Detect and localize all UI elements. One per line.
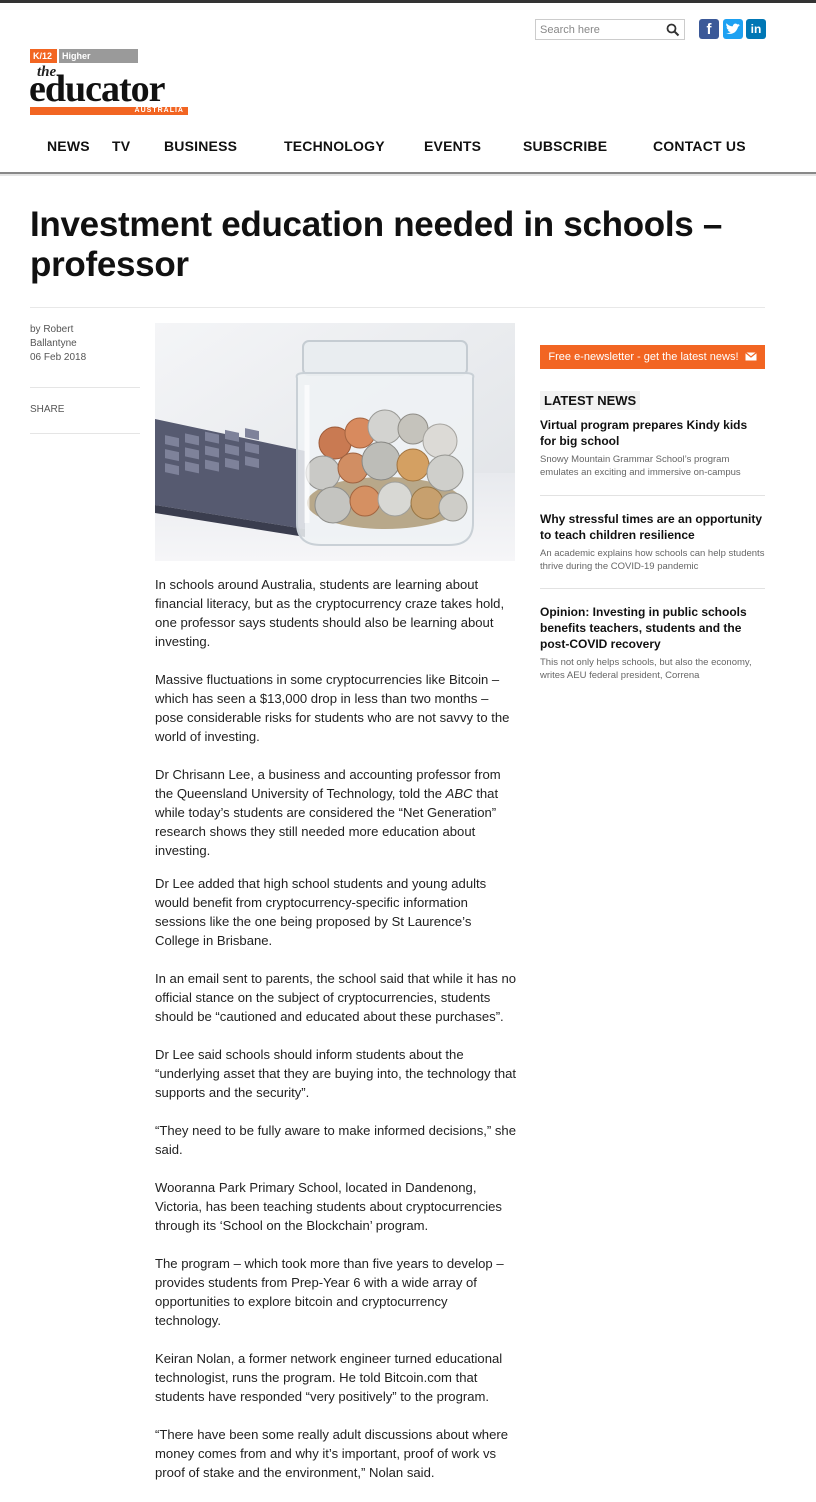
title-divider	[30, 307, 765, 308]
news-item-description: Snowy Mountain Grammar School’s program …	[540, 454, 741, 478]
news-item: Virtual program prepares Kindy kids for …	[540, 417, 765, 479]
news-item-description: This not only helps schools, but also th…	[540, 657, 752, 681]
latest-news-heading: LATEST NEWS	[540, 391, 641, 410]
news-item: Opinion: Investing in public schools ben…	[540, 604, 765, 682]
article-paragraph-11: “There have been some really adult discu…	[155, 1427, 509, 1480]
nav-business[interactable]: BUSINESS	[164, 138, 237, 154]
nav-shadow	[0, 174, 816, 176]
author-line-1[interactable]: by Robert	[30, 323, 130, 337]
coin-jar-illustration	[155, 323, 515, 561]
article-paragraph-2: Massive fluctuations in some cryptocurre…	[155, 672, 510, 744]
article-body: In schools around Australia, students ar…	[155, 575, 517, 1482]
twitter-bird-icon	[726, 23, 740, 34]
facebook-glyph: f	[706, 20, 712, 38]
facebook-icon[interactable]: f	[699, 19, 719, 39]
twitter-icon[interactable]: t	[723, 19, 743, 39]
article-title: Investment education needed in schools –…	[30, 205, 723, 284]
hero-image	[155, 323, 515, 561]
byline: by Robert Ballantyne 06 Feb 2018	[30, 323, 130, 365]
tag-k12[interactable]: K/12	[30, 49, 57, 63]
article-paragraph-10: Keiran Nolan, a former network engineer …	[155, 1351, 503, 1404]
nav-tv[interactable]: TV	[112, 138, 130, 154]
logo-subtitle: AUSTRALIA	[134, 107, 184, 114]
envelope-icon	[744, 352, 757, 361]
search-input[interactable]	[540, 22, 660, 37]
top-border	[0, 0, 816, 3]
search-icon[interactable]	[666, 23, 680, 37]
article-paragraph-6: Dr Lee said schools should inform studen…	[155, 1047, 517, 1100]
newsletter-label: Free e-newsletter - get the latest news!	[548, 351, 739, 363]
publish-date: 06 Feb 2018	[30, 352, 87, 363]
article-paragraph-9: The program – which took more than five …	[155, 1256, 504, 1328]
author-line-2[interactable]: Ballantyne	[30, 337, 130, 351]
news-item: Why stressful times are an opportunity t…	[540, 511, 765, 573]
tag-higher-education[interactable]: Higher Education	[59, 49, 138, 75]
search-box[interactable]	[535, 19, 685, 40]
share-label[interactable]: SHARE	[30, 404, 64, 415]
news-item-title[interactable]: Why stressful times are an opportunity t…	[540, 511, 765, 543]
news-divider	[540, 495, 765, 496]
article-paragraph-4: Dr Lee added that high school students a…	[155, 876, 487, 948]
linkedin-icon[interactable]: in	[746, 19, 766, 39]
logo-bar: AUSTRALIA	[30, 107, 188, 115]
news-item-title[interactable]: Opinion: Investing in public schools ben…	[540, 604, 765, 652]
nav-events[interactable]: EVENTS	[424, 138, 481, 154]
article-paragraph-7: “They need to be fully aware to make inf…	[155, 1123, 516, 1157]
article-paragraph-5: In an email sent to parents, the school …	[155, 971, 517, 1024]
news-item-title[interactable]: Virtual program prepares Kindy kids for …	[540, 417, 765, 449]
abc-link[interactable]: ABC	[446, 786, 473, 801]
nav-news[interactable]: NEWS	[47, 138, 90, 154]
nav-subscribe[interactable]: SUBSCRIBE	[523, 138, 607, 154]
share-divider	[30, 433, 140, 434]
byline-divider	[30, 387, 140, 388]
article-paragraph-3: Dr Chrisann Lee, a business and accounti…	[155, 765, 517, 860]
news-item-description: An academic explains how schools can hel…	[540, 548, 765, 572]
news-divider	[540, 588, 765, 589]
nav-technology[interactable]: TECHNOLOGY	[284, 138, 385, 154]
site-logo[interactable]: educator	[29, 70, 166, 108]
newsletter-button[interactable]: Free e-newsletter - get the latest news!	[540, 345, 765, 369]
linkedin-glyph: in	[750, 22, 762, 36]
article-paragraph-8: Wooranna Park Primary School, located in…	[155, 1180, 502, 1233]
article-paragraph-1: In schools around Australia, students ar…	[155, 577, 505, 649]
nav-contact-us[interactable]: CONTACT US	[653, 138, 746, 154]
